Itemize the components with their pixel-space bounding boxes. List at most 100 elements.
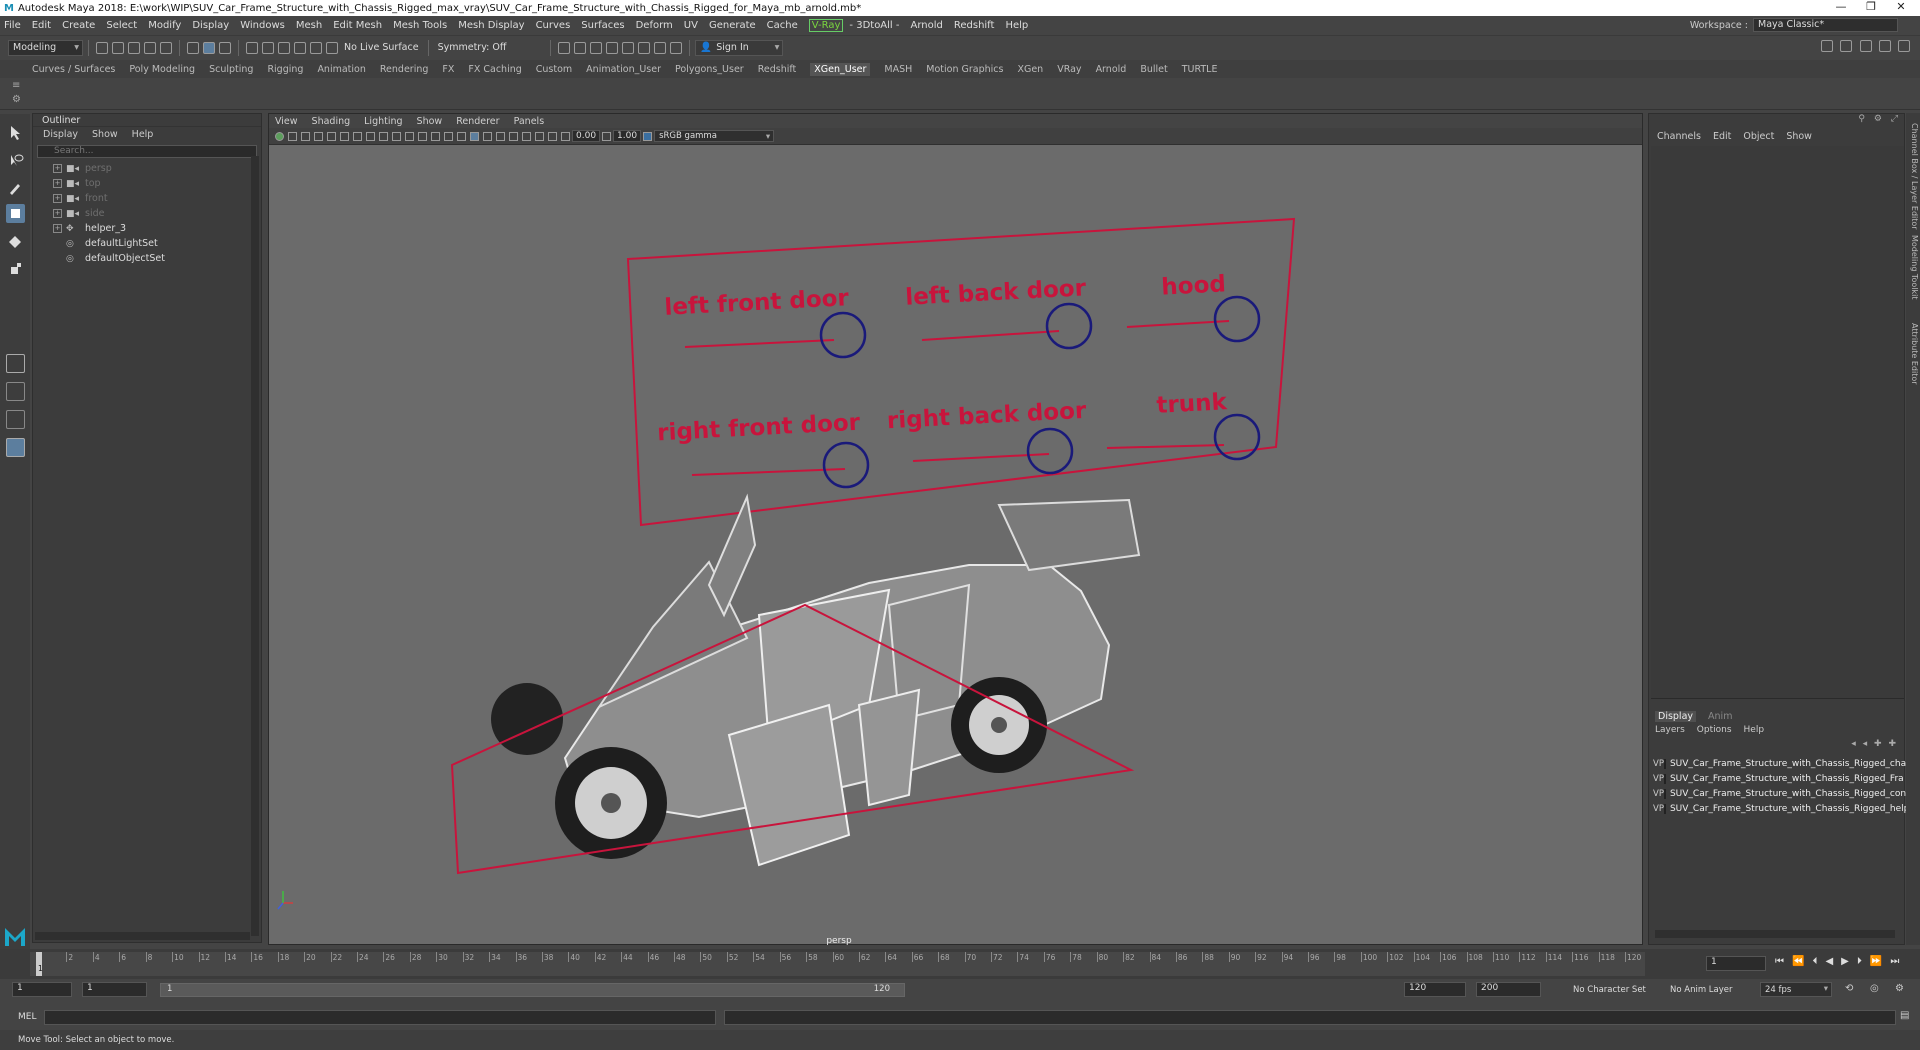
layer-color-swatch[interactable]	[1663, 804, 1666, 814]
menu-file[interactable]: File	[4, 20, 21, 31]
select-component-icon[interactable]	[219, 41, 231, 54]
select-object-icon[interactable]	[203, 41, 215, 54]
shelf-tab-custom[interactable]: Custom	[536, 64, 572, 75]
menu-deform[interactable]: Deform	[636, 20, 673, 31]
layer-row[interactable]: V P SUV_Car_Frame_Structure_with_Chassis_R…	[1653, 757, 1911, 771]
outliner-item[interactable]: + ■◂ front	[33, 191, 261, 206]
shelf-tab-mash[interactable]: MASH	[884, 64, 912, 75]
image-plane-icon[interactable]	[314, 131, 323, 141]
smooth-shade-icon[interactable]	[431, 131, 440, 141]
color-space-dropdown[interactable]: sRGB gamma	[654, 130, 775, 142]
layer-row[interactable]: V P SUV_Car_Frame_Structure_with_Chassis_R…	[1653, 787, 1913, 801]
animation-start-field[interactable]: 1	[12, 982, 72, 997]
channel-menu-show[interactable]: Show	[1786, 131, 1812, 142]
select-tool-icon[interactable]	[6, 123, 25, 142]
menu-modify[interactable]: Modify	[148, 20, 181, 31]
step-forward-key-icon[interactable]: ⏩	[1870, 956, 1882, 967]
four-pane-icon[interactable]	[6, 438, 25, 457]
auto-key-icon[interactable]: ◎	[1870, 983, 1879, 994]
shelf-tab-arnold[interactable]: Arnold	[1096, 64, 1127, 75]
layer-tab-display[interactable]: Display	[1655, 710, 1697, 722]
viewport-panel[interactable]: View Shading Lighting Show Renderer Panels 0.…	[268, 113, 1643, 946]
car-frame-model[interactable]	[491, 493, 1141, 867]
anti-alias-icon[interactable]	[509, 131, 518, 141]
menu-edit-mesh[interactable]: Edit Mesh	[333, 20, 382, 31]
restore-icon[interactable]: ❐	[1856, 0, 1886, 13]
channel-box-toggle-icon[interactable]	[1859, 40, 1872, 52]
channel-menu-channels[interactable]: Channels	[1657, 131, 1701, 142]
playback-end-field[interactable]: 120	[1404, 982, 1466, 997]
layer-row[interactable]: V P SUV_Car_Frame_Structure_with_Chassis_R…	[1653, 772, 1904, 786]
mode-dropdown[interactable]: Modeling	[8, 39, 83, 56]
paint-tool-icon[interactable]	[6, 178, 25, 197]
outliner-item[interactable]: + ■◂ top	[33, 176, 261, 191]
playback-start-field[interactable]: 1	[82, 982, 147, 997]
expand-icon[interactable]: +	[53, 164, 62, 173]
menu-select[interactable]: Select	[106, 20, 137, 31]
time-slider[interactable]: 1 2 4 6 8 10 12 14 16 18 20 22 24 26 28 30 32 34 36 38 40 42 4…	[0, 949, 1920, 979]
step-back-frame-icon[interactable]: ⏴	[1812, 956, 1817, 967]
sign-in-button[interactable]: 👤 Sign In	[695, 39, 784, 56]
control-handle-left-front-door[interactable]	[819, 311, 867, 359]
shadows-icon[interactable]	[470, 131, 479, 141]
move-layer-down-icon[interactable]: ◂	[1863, 739, 1868, 749]
menu-generate[interactable]: Generate	[709, 20, 756, 31]
menu-curves[interactable]: Curves	[536, 20, 571, 31]
control-handle-right-back-door[interactable]	[1026, 427, 1074, 475]
menu-mesh-display[interactable]: Mesh Display	[458, 20, 524, 31]
viewport-menu-view[interactable]: View	[275, 116, 298, 127]
character-set-dropdown[interactable]: No Character Set	[1573, 985, 1646, 995]
menu-uv[interactable]: UV	[684, 20, 698, 31]
ipr-render-icon[interactable]	[590, 41, 603, 54]
outliner-scrollbar[interactable]	[251, 156, 259, 936]
side-tab-attribute-editor[interactable]: Attribute Editor	[1907, 323, 1919, 385]
viewport-menu-shading[interactable]: Shading	[312, 116, 351, 127]
shelf-settings-icon[interactable]: ⚙	[12, 94, 21, 105]
shelf-tab-animation[interactable]: Animation	[317, 64, 365, 75]
go-to-end-icon[interactable]: ⏭	[1890, 956, 1899, 967]
menu-redshift[interactable]: Redshift	[954, 20, 995, 31]
shelf-tab-animation-user[interactable]: Animation_User	[586, 64, 661, 75]
shelf-menu-icon[interactable]: ≡	[12, 80, 20, 91]
isolate-select-icon[interactable]	[522, 131, 531, 141]
range-slider[interactable]: 1 120	[160, 983, 905, 997]
outliner-menu-help[interactable]: Help	[132, 129, 154, 140]
viewport-menu-renderer[interactable]: Renderer	[456, 116, 499, 127]
render-settings-icon[interactable]	[606, 41, 619, 54]
menu-help[interactable]: Help	[1005, 20, 1028, 31]
expand-icon[interactable]: ⤢	[1891, 114, 1898, 124]
shelf-tab-poly-modeling[interactable]: Poly Modeling	[129, 64, 195, 75]
scale-tool-icon[interactable]	[6, 259, 25, 278]
expand-icon[interactable]: +	[53, 209, 62, 218]
layer-name[interactable]: SUV_Car_Frame_Structure_with_Chassis_Rig…	[1670, 804, 1909, 814]
layer-color-swatch[interactable]	[1663, 774, 1666, 784]
tool-settings-toggle-icon[interactable]	[1898, 40, 1910, 52]
anim-prefs-icon[interactable]: ⚙	[1895, 983, 1904, 994]
field-chart-icon[interactable]	[366, 131, 375, 141]
menu-display[interactable]: Display	[192, 20, 229, 31]
command-input[interactable]	[44, 1010, 716, 1025]
outliner-item[interactable]: ◎ defaultObjectSet	[33, 251, 261, 266]
shelf-tab-rendering[interactable]: Rendering	[380, 64, 429, 75]
expand-icon[interactable]: +	[53, 224, 62, 233]
menu-vray[interactable]: V-Ray	[808, 18, 844, 32]
snap-surface-icon[interactable]	[310, 41, 322, 54]
grid-icon[interactable]	[405, 131, 414, 141]
snap-view-tool-icon[interactable]	[6, 354, 25, 373]
snap-grid-icon[interactable]	[246, 41, 258, 54]
shelf-tab-sculpting[interactable]: Sculpting	[209, 64, 253, 75]
layer-color-swatch[interactable]	[1663, 759, 1666, 769]
viewport-menu-show[interactable]: Show	[417, 116, 443, 127]
gate-mask-icon[interactable]	[353, 131, 362, 141]
outliner-menu-display[interactable]: Display	[43, 129, 78, 140]
menu-arnold[interactable]: Arnold	[911, 20, 943, 31]
xray-joints-icon[interactable]	[548, 131, 557, 141]
rotate-tool-icon[interactable]	[6, 232, 25, 251]
viewport-scene[interactable]: left front door left back door hoodright f…	[269, 145, 1642, 945]
motion-blur-icon[interactable]	[496, 131, 505, 141]
animation-end-field[interactable]: 200	[1476, 982, 1541, 997]
viewport-menu-lighting[interactable]: Lighting	[364, 116, 402, 127]
move-layer-up-icon[interactable]: ◂	[1851, 739, 1856, 749]
exposure-field[interactable]: 0.00	[572, 130, 601, 142]
outliner-hscrollbar[interactable]	[35, 932, 250, 940]
